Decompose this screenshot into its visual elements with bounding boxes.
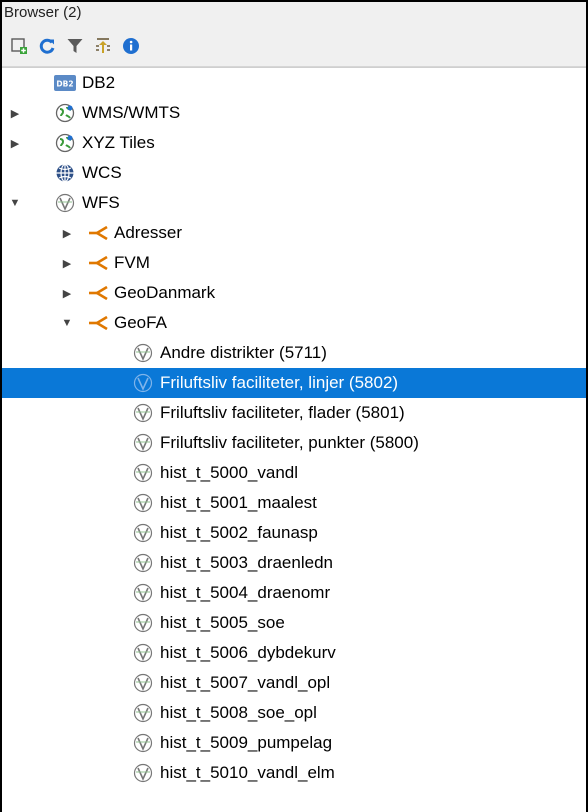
wfs-layer-icon bbox=[132, 762, 154, 784]
wfs-layer-icon bbox=[132, 732, 154, 754]
wfs-layer-icon bbox=[132, 672, 154, 694]
tree-item-label: hist_t_5004_draenomr bbox=[160, 583, 331, 602]
expand-arrow-icon[interactable]: ▶ bbox=[60, 286, 74, 300]
tree-item-label: Friluftsliv faciliteter, punkter (5800) bbox=[160, 433, 419, 452]
wfs-layer-icon bbox=[132, 582, 154, 604]
wfs-icon bbox=[54, 192, 76, 214]
tree-item-layer[interactable]: Friluftsliv faciliteter, flader (5801) bbox=[2, 398, 586, 428]
tree-item-wms-wmts[interactable]: ▶ WMS/WMTS bbox=[2, 98, 586, 128]
wfs-layer-icon bbox=[132, 522, 154, 544]
tree-item-layer[interactable]: hist_t_5000_vandl bbox=[2, 458, 586, 488]
connection-icon bbox=[88, 252, 110, 274]
add-selected-layers-button[interactable] bbox=[8, 35, 30, 57]
info-icon bbox=[123, 38, 139, 54]
expand-arrow-icon[interactable]: ▶ bbox=[60, 256, 74, 270]
tree-item-label: hist_t_5002_faunasp bbox=[160, 523, 318, 542]
tree-item-layer[interactable]: Friluftsliv faciliteter, punkter (5800) bbox=[2, 428, 586, 458]
tree-item-wfs[interactable]: ▼ WFS bbox=[2, 188, 586, 218]
panel-title: Browser (2) bbox=[4, 4, 82, 21]
tree-item-label: hist_t_5010_vandl_elm bbox=[160, 763, 335, 782]
wfs-layer-icon bbox=[132, 702, 154, 724]
tree-item-label: hist_t_5008_soe_opl bbox=[160, 703, 317, 722]
collapse-icon bbox=[96, 38, 110, 53]
tree-item-label: Adresser bbox=[114, 223, 183, 242]
tree-item-label: GeoDanmark bbox=[114, 283, 216, 302]
browser-toolbar bbox=[2, 26, 586, 67]
collapse-arrow-icon[interactable]: ▼ bbox=[8, 196, 22, 210]
add-layer-icon bbox=[11, 38, 27, 54]
tree-item-label: hist_t_5005_soe bbox=[160, 613, 285, 632]
tree-item-label: hist_t_5009_pumpelag bbox=[160, 733, 333, 752]
browser-tree: DB2 DB2 ▶ WMS/WMTS ▶ XYZ Tiles WCS ▼ WFS… bbox=[2, 67, 586, 812]
tree-item-label: FVM bbox=[114, 253, 150, 272]
connection-icon bbox=[88, 312, 110, 334]
tree-item-label: Andre distrikter (5711) bbox=[160, 343, 327, 362]
tree-item-connection[interactable]: ▶ GeoDanmark bbox=[2, 278, 586, 308]
globe-icon bbox=[54, 132, 76, 154]
properties-button[interactable] bbox=[120, 35, 142, 57]
wfs-layer-icon bbox=[132, 402, 154, 424]
db2-icon: DB2 bbox=[54, 72, 76, 94]
tree-item-label: WCS bbox=[82, 163, 122, 182]
tree-item-label: hist_t_5000_vandl bbox=[160, 463, 299, 482]
tree-item-layer[interactable]: Andre distrikter (5711) bbox=[2, 338, 586, 368]
browser-panel: Browser (2) ( bbox=[0, 0, 588, 812]
tree-item-layer[interactable]: hist_t_5002_faunasp bbox=[2, 518, 586, 548]
tree-item-layer[interactable]: hist_t_5010_vandl_elm bbox=[2, 758, 586, 788]
tree-item-label: GeoFA bbox=[114, 313, 167, 332]
wfs-layer-icon bbox=[132, 372, 154, 394]
wfs-layer-icon bbox=[132, 462, 154, 484]
tree-item-layer[interactable]: hist_t_5008_soe_opl bbox=[2, 698, 586, 728]
panel-titlebar: Browser (2) ( bbox=[2, 2, 586, 26]
refresh-icon bbox=[39, 38, 55, 54]
tree-item-label: DB2 bbox=[82, 73, 116, 92]
expand-arrow-icon[interactable]: ▶ bbox=[8, 106, 22, 120]
tree-item-label: Friluftsliv faciliteter, linjer (5802) bbox=[160, 373, 399, 392]
tree-item-db2[interactable]: DB2 DB2 bbox=[2, 68, 586, 98]
tree-item-layer[interactable]: hist_t_5007_vandl_opl bbox=[2, 668, 586, 698]
tree-item-label: hist_t_5007_vandl_opl bbox=[160, 673, 331, 692]
svg-text:DB2: DB2 bbox=[56, 80, 73, 89]
tree-item-label: XYZ Tiles bbox=[82, 133, 155, 152]
tree-item-label: WFS bbox=[82, 193, 120, 212]
wfs-layer-icon bbox=[132, 552, 154, 574]
tree-item-layer[interactable]: hist_t_5009_pumpelag bbox=[2, 728, 586, 758]
tree-item-layer[interactable]: hist_t_5003_draenledn bbox=[2, 548, 586, 578]
wfs-layer-icon bbox=[132, 342, 154, 364]
refresh-button[interactable] bbox=[36, 35, 58, 57]
wfs-layer-icon bbox=[132, 642, 154, 664]
tree-item-connection[interactable]: ▶ Adresser bbox=[2, 218, 586, 248]
tree-item-xyz-tiles[interactable]: ▶ XYZ Tiles bbox=[2, 128, 586, 158]
connection-icon bbox=[88, 222, 110, 244]
wfs-layer-icon bbox=[132, 432, 154, 454]
filter-browser-button[interactable] bbox=[64, 35, 86, 57]
tree-item-label: Friluftsliv faciliteter, flader (5801) bbox=[160, 403, 405, 422]
tree-item-connection[interactable]: ▼ GeoFA bbox=[2, 308, 586, 338]
tree-item-label: WMS/WMTS bbox=[82, 103, 181, 122]
wcs-globe-icon bbox=[54, 162, 76, 184]
globe-icon bbox=[54, 102, 76, 124]
wfs-layer-icon bbox=[132, 612, 154, 634]
tree-item-label: hist_t_5003_draenledn bbox=[160, 553, 333, 572]
tree-item-layer[interactable]: hist_t_5004_draenomr bbox=[2, 578, 586, 608]
tree-item-layer[interactable]: Friluftsliv faciliteter, linjer (5802) bbox=[2, 368, 586, 398]
connection-icon bbox=[88, 282, 110, 304]
expand-arrow-icon[interactable]: ▶ bbox=[8, 136, 22, 150]
tree-item-layer[interactable]: hist_t_5006_dybdekurv bbox=[2, 638, 586, 668]
collapse-all-button[interactable] bbox=[92, 35, 114, 57]
collapse-arrow-icon[interactable]: ▼ bbox=[60, 316, 74, 330]
filter-icon bbox=[67, 39, 83, 53]
expand-arrow-icon[interactable]: ▶ bbox=[60, 226, 74, 240]
wfs-layer-icon bbox=[132, 492, 154, 514]
tree-item-label: hist_t_5006_dybdekurv bbox=[160, 643, 336, 662]
tree-item-connection[interactable]: ▶ FVM bbox=[2, 248, 586, 278]
tree-item-label: hist_t_5001_maalest bbox=[160, 493, 317, 512]
tree-item-layer[interactable]: hist_t_5001_maalest bbox=[2, 488, 586, 518]
tree-item-wcs[interactable]: WCS bbox=[2, 158, 586, 188]
tree-item-layer[interactable]: hist_t_5005_soe bbox=[2, 608, 586, 638]
